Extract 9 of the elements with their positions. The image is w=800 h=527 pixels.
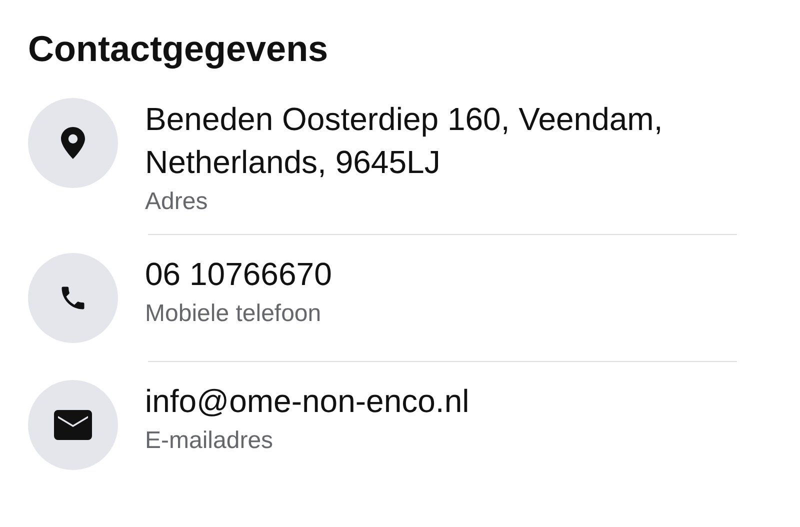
envelope-icon — [54, 410, 92, 440]
contact-label: Adres — [145, 188, 209, 216]
location-pin-icon — [61, 127, 85, 159]
contact-label: E-mailadres — [145, 427, 274, 455]
contact-value: Beneden Oosterdiep 160, Veendam, Netherlands, 9645LJ — [145, 100, 664, 182]
section-title: Contactgegevens — [28, 28, 330, 70]
contact-value: info@ome-non-enco.nl — [145, 382, 470, 421]
contact-label: Mobiele telefoon — [145, 300, 322, 328]
contact-value: 06 10766670 — [145, 255, 333, 294]
